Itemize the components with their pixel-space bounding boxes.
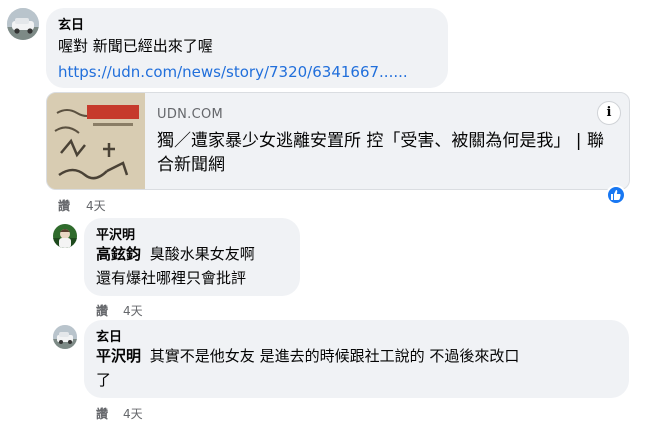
reply-author[interactable]: 玄日 <box>96 326 122 345</box>
link-preview-card[interactable]: UDN.COM 獨／遭家暴少女逃離安置所 控「受害、被關為何是我」 | 聯合新聞… <box>46 92 630 190</box>
reply-text-line1: 其實不是他女友 是進去的時候跟社工說的 不過後來改口 <box>149 347 520 365</box>
reply-timestamp[interactable]: 4天 <box>123 405 143 421</box>
comment-author[interactable]: 玄日 <box>58 14 84 33</box>
reply-text-line2: 還有爆社哪裡只會批評 <box>96 269 247 287</box>
preview-thumbnail <box>47 93 145 189</box>
info-icon[interactable]: i <box>597 101 621 125</box>
preview-domain: UDN.COM <box>157 107 224 122</box>
reply-author[interactable]: 平沢明 <box>96 224 135 243</box>
like-button[interactable]: 讚 <box>58 197 70 214</box>
comment-timestamp[interactable]: 4天 <box>86 197 106 214</box>
like-button[interactable]: 讚 <box>96 302 108 319</box>
reply-text-line2: 了 <box>96 371 112 389</box>
avatar[interactable] <box>7 8 39 40</box>
like-button[interactable]: 讚 <box>96 405 108 421</box>
avatar[interactable] <box>53 224 77 248</box>
comment-link[interactable]: https://udn.com/news/story/7320/6341667.… <box>58 63 408 81</box>
like-icon[interactable] <box>606 185 626 205</box>
reply-mention[interactable]: 平沢明 <box>96 347 141 365</box>
preview-title[interactable]: 獨／遭家暴少女逃離安置所 控「受害、被關為何是我」 | 聯合新聞網 <box>157 129 617 177</box>
reply-text-line1: 臭酸水果女友啊 <box>149 245 255 263</box>
reply-timestamp[interactable]: 4天 <box>123 302 143 319</box>
avatar[interactable] <box>53 325 77 349</box>
reply-text: 平沢明 其實不是他女友 是進去的時候跟社工說的 不過後來改口 <box>96 346 519 366</box>
comment-text: 喔對 新聞已經出來了喔 <box>58 37 213 55</box>
reply-text: 高鉉鈞 臭酸水果女友啊 <box>96 244 255 264</box>
reply-mention[interactable]: 高鉉鈞 <box>96 245 141 263</box>
